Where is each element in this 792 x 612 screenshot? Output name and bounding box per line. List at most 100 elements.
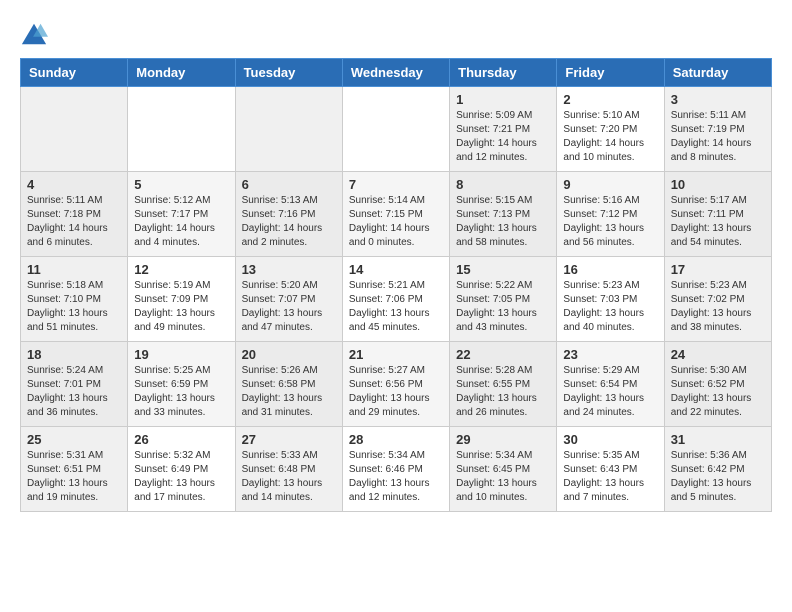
calendar-cell: 16 Sunrise: 5:23 AM Sunset: 7:03 PM Dayli… [557,257,664,342]
calendar-cell: 19Sunrise: 5:25 AM Sunset: 6:59 PM Dayli… [128,342,235,427]
day-info: Sunrise: 5:19 AM Sunset: 7:09 PM Dayligh… [134,279,228,335]
header-saturday: Saturday [664,59,771,87]
day-info: Sunrise: 5:31 AM Sunset: 6:51 PM Dayligh… [27,449,121,505]
day-info: Sunrise: 5:22 AM Sunset: 7:05 PM Dayligh… [456,279,550,335]
calendar-cell: 3 Sunrise: 5:11 AM Sunset: 7:19 PM Daylig… [664,87,771,172]
day-number: 14 [349,262,443,277]
day-info: Sunrise: 5:33 AM Sunset: 6:48 PM Dayligh… [242,449,336,505]
day-info: Sunrise: 5:30 AM Sunset: 6:52 PM Dayligh… [671,364,765,420]
calendar-cell: 24 Sunrise: 5:30 AM Sunset: 6:52 PM Dayli… [664,342,771,427]
day-info: Sunrise: 5:09 AM Sunset: 7:21 PM Dayligh… [456,109,550,165]
calendar-cell: 26 Sunrise: 5:32 AM Sunset: 6:49 PM Dayli… [128,427,235,512]
week-row-4: 25Sunrise: 5:31 AM Sunset: 6:51 PM Dayli… [21,427,772,512]
calendar-cell: 21 Sunrise: 5:27 AM Sunset: 6:56 PM Dayli… [342,342,449,427]
day-number: 26 [134,432,228,447]
day-number: 16 [563,262,657,277]
day-info: Sunrise: 5:25 AM Sunset: 6:59 PM Dayligh… [134,364,228,420]
day-number: 22 [456,347,550,362]
day-info: Sunrise: 5:23 AM Sunset: 7:03 PM Dayligh… [563,279,657,335]
header-sunday: Sunday [21,59,128,87]
day-info: Sunrise: 5:23 AM Sunset: 7:02 PM Dayligh… [671,279,765,335]
calendar-cell: 29 Sunrise: 5:34 AM Sunset: 6:45 PM Dayli… [450,427,557,512]
day-info: Sunrise: 5:11 AM Sunset: 7:19 PM Dayligh… [671,109,765,165]
week-row-1: 4Sunrise: 5:11 AM Sunset: 7:18 PM Daylig… [21,172,772,257]
day-info: Sunrise: 5:24 AM Sunset: 7:01 PM Dayligh… [27,364,121,420]
day-info: Sunrise: 5:14 AM Sunset: 7:15 PM Dayligh… [349,194,443,250]
day-info: Sunrise: 5:27 AM Sunset: 6:56 PM Dayligh… [349,364,443,420]
day-number: 27 [242,432,336,447]
day-number: 3 [671,92,765,107]
week-row-0: 1 Sunrise: 5:09 AM Sunset: 7:21 PM Daylig… [21,87,772,172]
day-number: 21 [349,347,443,362]
calendar-cell [128,87,235,172]
calendar-cell: 30 Sunrise: 5:35 AM Sunset: 6:43 PM Dayli… [557,427,664,512]
calendar-header: SundayMondayTuesdayWednesdayThursdayFrid… [21,59,772,87]
day-number: 28 [349,432,443,447]
logo-icon [20,20,48,48]
header-row: SundayMondayTuesdayWednesdayThursdayFrid… [21,59,772,87]
calendar-cell [21,87,128,172]
week-row-2: 11 Sunrise: 5:18 AM Sunset: 7:10 PM Dayli… [21,257,772,342]
day-info: Sunrise: 5:32 AM Sunset: 6:49 PM Dayligh… [134,449,228,505]
calendar-cell: 7 Sunrise: 5:14 AM Sunset: 7:15 PM Daylig… [342,172,449,257]
calendar-cell: 5 Sunrise: 5:12 AM Sunset: 7:17 PM Daylig… [128,172,235,257]
calendar-cell: 10 Sunrise: 5:17 AM Sunset: 7:11 PM Dayli… [664,172,771,257]
day-info: Sunrise: 5:20 AM Sunset: 7:07 PM Dayligh… [242,279,336,335]
calendar-cell: 1 Sunrise: 5:09 AM Sunset: 7:21 PM Daylig… [450,87,557,172]
calendar-cell: 12 Sunrise: 5:19 AM Sunset: 7:09 PM Dayli… [128,257,235,342]
day-number: 18 [27,347,121,362]
day-number: 4 [27,177,121,192]
day-info: Sunrise: 5:10 AM Sunset: 7:20 PM Dayligh… [563,109,657,165]
day-info: Sunrise: 5:13 AM Sunset: 7:16 PM Dayligh… [242,194,336,250]
header-wednesday: Wednesday [342,59,449,87]
calendar-cell: 27 Sunrise: 5:33 AM Sunset: 6:48 PM Dayli… [235,427,342,512]
calendar-cell: 14 Sunrise: 5:21 AM Sunset: 7:06 PM Dayli… [342,257,449,342]
day-number: 15 [456,262,550,277]
day-number: 7 [349,177,443,192]
day-number: 11 [27,262,121,277]
week-row-3: 18 Sunrise: 5:24 AM Sunset: 7:01 PM Dayli… [21,342,772,427]
day-number: 12 [134,262,228,277]
day-info: Sunrise: 5:36 AM Sunset: 6:42 PM Dayligh… [671,449,765,505]
calendar-cell: 25Sunrise: 5:31 AM Sunset: 6:51 PM Dayli… [21,427,128,512]
header-friday: Friday [557,59,664,87]
calendar-cell: 31Sunrise: 5:36 AM Sunset: 6:42 PM Dayli… [664,427,771,512]
day-number: 9 [563,177,657,192]
calendar-cell: 11 Sunrise: 5:18 AM Sunset: 7:10 PM Dayli… [21,257,128,342]
day-number: 1 [456,92,550,107]
day-number: 20 [242,347,336,362]
day-number: 5 [134,177,228,192]
day-number: 13 [242,262,336,277]
day-info: Sunrise: 5:34 AM Sunset: 6:45 PM Dayligh… [456,449,550,505]
day-number: 8 [456,177,550,192]
header-monday: Monday [128,59,235,87]
day-number: 6 [242,177,336,192]
day-info: Sunrise: 5:29 AM Sunset: 6:54 PM Dayligh… [563,364,657,420]
day-info: Sunrise: 5:34 AM Sunset: 6:46 PM Dayligh… [349,449,443,505]
day-number: 10 [671,177,765,192]
day-info: Sunrise: 5:35 AM Sunset: 6:43 PM Dayligh… [563,449,657,505]
day-info: Sunrise: 5:18 AM Sunset: 7:10 PM Dayligh… [27,279,121,335]
calendar-body: 1 Sunrise: 5:09 AM Sunset: 7:21 PM Daylig… [21,87,772,512]
calendar-cell: 23 Sunrise: 5:29 AM Sunset: 6:54 PM Dayli… [557,342,664,427]
calendar-cell: 13 Sunrise: 5:20 AM Sunset: 7:07 PM Dayli… [235,257,342,342]
calendar-cell: 6 Sunrise: 5:13 AM Sunset: 7:16 PM Daylig… [235,172,342,257]
header-tuesday: Tuesday [235,59,342,87]
day-info: Sunrise: 5:15 AM Sunset: 7:13 PM Dayligh… [456,194,550,250]
day-number: 30 [563,432,657,447]
calendar-cell: 17Sunrise: 5:23 AM Sunset: 7:02 PM Dayli… [664,257,771,342]
day-number: 24 [671,347,765,362]
day-number: 23 [563,347,657,362]
day-info: Sunrise: 5:17 AM Sunset: 7:11 PM Dayligh… [671,194,765,250]
day-number: 29 [456,432,550,447]
day-info: Sunrise: 5:21 AM Sunset: 7:06 PM Dayligh… [349,279,443,335]
calendar-cell: 4Sunrise: 5:11 AM Sunset: 7:18 PM Daylig… [21,172,128,257]
calendar-cell [342,87,449,172]
calendar-cell [235,87,342,172]
calendar-cell: 18 Sunrise: 5:24 AM Sunset: 7:01 PM Dayli… [21,342,128,427]
day-info: Sunrise: 5:26 AM Sunset: 6:58 PM Dayligh… [242,364,336,420]
day-info: Sunrise: 5:12 AM Sunset: 7:17 PM Dayligh… [134,194,228,250]
calendar-cell: 22Sunrise: 5:28 AM Sunset: 6:55 PM Dayli… [450,342,557,427]
header-thursday: Thursday [450,59,557,87]
day-info: Sunrise: 5:16 AM Sunset: 7:12 PM Dayligh… [563,194,657,250]
